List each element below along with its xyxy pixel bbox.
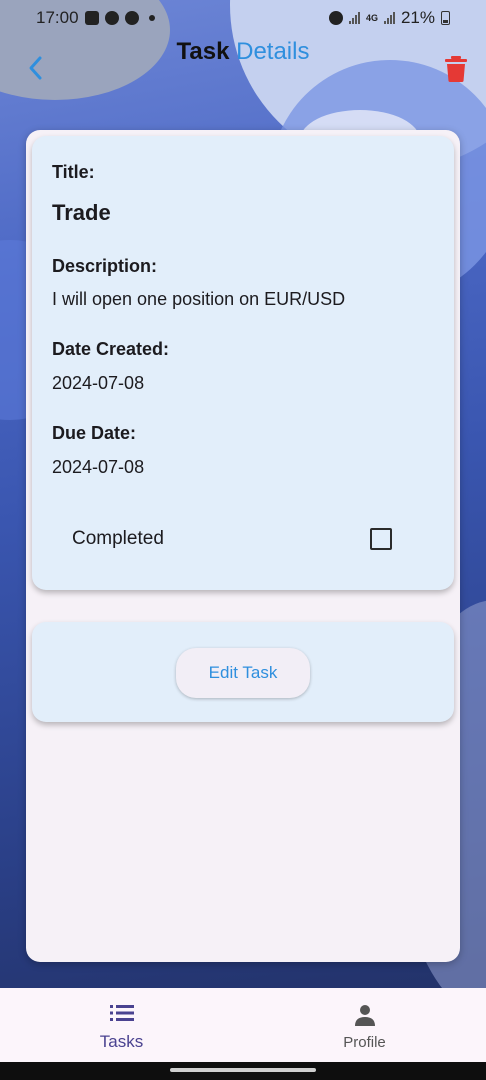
title-label: Title: (52, 162, 95, 182)
network-type: 4G (365, 13, 378, 23)
status-right: 4G 21% (328, 8, 450, 28)
status-time: 17:00 (36, 8, 79, 27)
due-date-value: 2024-07-08 (52, 457, 145, 477)
description-label: Description: (52, 256, 158, 276)
page-title-part2: Details (236, 38, 310, 65)
home-indicator[interactable] (170, 1068, 316, 1072)
nav-label-profile: Profile (343, 1034, 386, 1051)
signal-icon-2 (383, 12, 395, 24)
task-title: Trade (52, 200, 111, 225)
bottom-nav: Tasks Profile (0, 988, 486, 1062)
completed-checkbox[interactable] (370, 528, 392, 550)
whatsapp-notification-icon (104, 11, 119, 25)
actions-card: Edit Task (32, 622, 454, 722)
page-title-part1: Task (176, 38, 230, 65)
person-icon (354, 1005, 375, 1026)
battery-icon (441, 11, 450, 25)
task-description: I will open one position on EUR/USD (52, 289, 346, 309)
signal-icon (348, 12, 360, 24)
system-navigation-bar (0, 1062, 486, 1080)
more-notifications-icon (148, 15, 155, 21)
page-title: Task Details (0, 38, 486, 66)
list-icon (109, 1005, 134, 1021)
status-left: 17:00 (36, 8, 155, 28)
completed-label: Completed (72, 528, 164, 549)
alarm-icon (328, 11, 343, 25)
trash-icon[interactable] (444, 56, 468, 82)
nav-item-profile[interactable]: Profile (243, 988, 486, 1062)
nav-item-tasks[interactable]: Tasks (0, 988, 243, 1062)
chat-notification-icon (124, 11, 139, 25)
gallery-notification-icon (84, 11, 99, 25)
due-date-label: Due Date: (52, 423, 137, 443)
task-info-card: Title: Trade Description: I will open on… (32, 136, 454, 590)
date-created-label: Date Created: (52, 339, 170, 359)
app-header: Task Details (0, 36, 486, 104)
battery-percent: 21% (400, 8, 435, 27)
edit-task-button[interactable]: Edit Task (176, 648, 310, 698)
completed-row[interactable]: Completed (72, 524, 392, 554)
status-bar: 17:00 4G 21% (0, 0, 486, 36)
nav-label-tasks: Tasks (99, 1032, 144, 1051)
date-created-value: 2024-07-08 (52, 373, 145, 393)
